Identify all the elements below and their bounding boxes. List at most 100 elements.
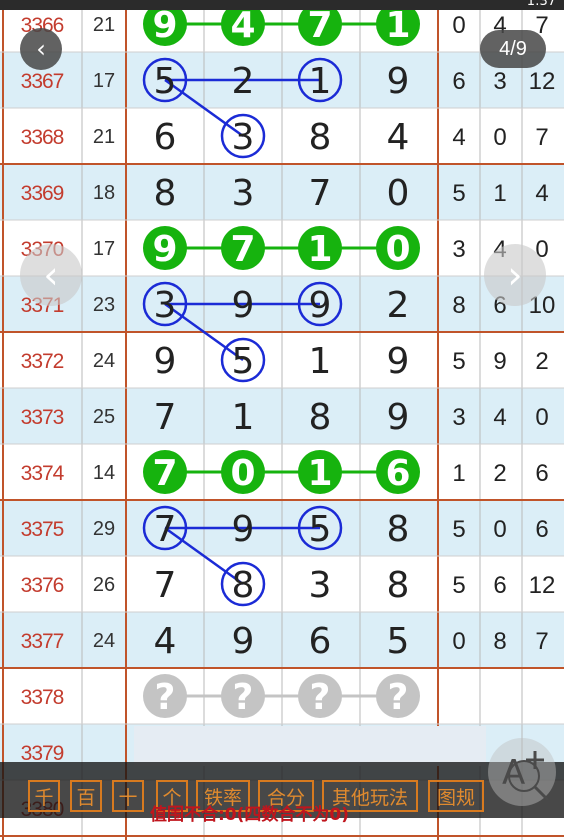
- previous-page-button[interactable]: ‹: [20, 244, 82, 306]
- stat-value: 5: [452, 572, 465, 599]
- draw-digit: 9: [152, 5, 177, 46]
- sum-value: 26: [93, 574, 115, 596]
- draw-digit: 7: [154, 509, 177, 550]
- draw-digit: 1: [385, 5, 410, 46]
- draw-digit: 7: [152, 453, 177, 494]
- draw-digit: 5: [232, 341, 255, 382]
- stat-value: 5: [452, 348, 465, 375]
- stat-value: 0: [452, 12, 465, 39]
- draw-digit: 3: [232, 117, 255, 158]
- back-button[interactable]: ‹: [20, 28, 62, 70]
- sum-value: 29: [93, 518, 115, 540]
- sum-value: 18: [93, 182, 115, 204]
- stat-value: 3: [452, 404, 465, 431]
- sum-value: 21: [93, 126, 115, 148]
- draw-digit: 9: [387, 61, 410, 102]
- draw-digit: 8: [232, 565, 255, 606]
- draw-digit: 8: [309, 397, 332, 438]
- draw-digit: 9: [232, 285, 255, 326]
- draw-digit: ?: [233, 677, 254, 718]
- draw-digit: 5: [309, 509, 332, 550]
- draw-digit: 9: [154, 341, 177, 382]
- stat-value: 6: [535, 516, 548, 543]
- draw-digit: 1: [309, 61, 332, 102]
- sum-value: 21: [93, 14, 115, 36]
- draw-digit: 1: [232, 397, 255, 438]
- next-page-button[interactable]: ›: [484, 244, 546, 306]
- draw-digit: 0: [387, 173, 410, 214]
- draw-digit: 6: [309, 621, 332, 662]
- draw-digit: 4: [230, 5, 255, 46]
- draw-digit: 3: [309, 565, 332, 606]
- stat-value: 1: [452, 460, 465, 487]
- stat-value: 2: [493, 460, 506, 487]
- sum-value: 24: [93, 350, 115, 372]
- tab-tens[interactable]: 十: [112, 780, 144, 812]
- font-size-icon: A: [502, 751, 550, 802]
- draw-digit: 9: [232, 509, 255, 550]
- tab-chart-rules[interactable]: 图规: [428, 780, 484, 812]
- page-indicator: 4/9: [480, 30, 546, 68]
- draw-digit: ?: [388, 677, 409, 718]
- stat-value: 6: [452, 68, 465, 95]
- sum-value: 24: [93, 630, 115, 652]
- stat-value: 0: [535, 404, 548, 431]
- stat-value: 7: [535, 124, 548, 151]
- issue-number: 3375: [21, 518, 64, 541]
- stat-value: 6: [493, 572, 506, 599]
- stat-value: 3: [452, 236, 465, 263]
- sum-value: 25: [93, 406, 115, 428]
- stat-value: 0: [493, 124, 506, 151]
- draw-digit: 7: [309, 173, 332, 214]
- draw-digit: 8: [154, 173, 177, 214]
- stat-value: 12: [529, 68, 556, 95]
- draw-digit: 1: [309, 341, 332, 382]
- draw-digit: 3: [154, 285, 177, 326]
- stat-value: 7: [535, 628, 548, 655]
- draw-digit: 8: [387, 509, 410, 550]
- draw-digit: 9: [387, 397, 410, 438]
- draw-digit: 6: [154, 117, 177, 158]
- draw-digit: 2: [232, 61, 255, 102]
- draw-digit: 7: [230, 229, 255, 270]
- blurred-banner: [134, 726, 486, 766]
- text-size-button[interactable]: A: [488, 738, 556, 806]
- status-bar: 1:37: [0, 0, 564, 10]
- draw-digit: 5: [387, 621, 410, 662]
- draw-digit: 8: [309, 117, 332, 158]
- chart-viewport: 3366 21 9 4 7 1 0 4 7 3367 17 5 2 1 9 6 3 12 3368 21 6 3 8 4 4 0 7…: [0, 0, 564, 840]
- status-time: 1:37: [526, 0, 556, 9]
- chevron-left-icon: ‹: [36, 35, 46, 63]
- stat-value: 2: [535, 348, 548, 375]
- sum-value: 23: [93, 294, 115, 316]
- chevron-left-icon: ‹: [43, 253, 59, 297]
- draw-digit: ?: [155, 677, 176, 718]
- stat-value: 1: [493, 180, 506, 207]
- draw-digit: 5: [154, 61, 177, 102]
- draw-digit: 9: [232, 621, 255, 662]
- draw-digit: 6: [385, 453, 410, 494]
- sum-value: 17: [93, 238, 115, 260]
- stat-value: 8: [493, 628, 506, 655]
- issue-number: 3378: [21, 686, 64, 709]
- draw-digit: 2: [387, 285, 410, 326]
- tab-thousands[interactable]: 千: [28, 780, 60, 812]
- issue-number: 3369: [21, 182, 64, 205]
- draw-digit: 7: [307, 5, 332, 46]
- draw-digit: 0: [385, 229, 410, 270]
- draw-digit: 4: [387, 117, 410, 158]
- issue-number: 3376: [21, 574, 64, 597]
- draw-digit: 9: [309, 285, 332, 326]
- stat-value: 8: [452, 292, 465, 319]
- draw-digit: 8: [387, 565, 410, 606]
- draw-digit: 9: [387, 341, 410, 382]
- stat-value: 3: [493, 68, 506, 95]
- draw-digit: 0: [230, 453, 255, 494]
- draw-digit: 7: [154, 565, 177, 606]
- issue-number: 3367: [21, 70, 64, 93]
- stat-value: 4: [452, 124, 465, 151]
- draw-digit: ?: [310, 677, 331, 718]
- draw-digit: 3: [232, 173, 255, 214]
- tab-hundreds[interactable]: 百: [70, 780, 102, 812]
- issue-number: 3368: [21, 126, 64, 149]
